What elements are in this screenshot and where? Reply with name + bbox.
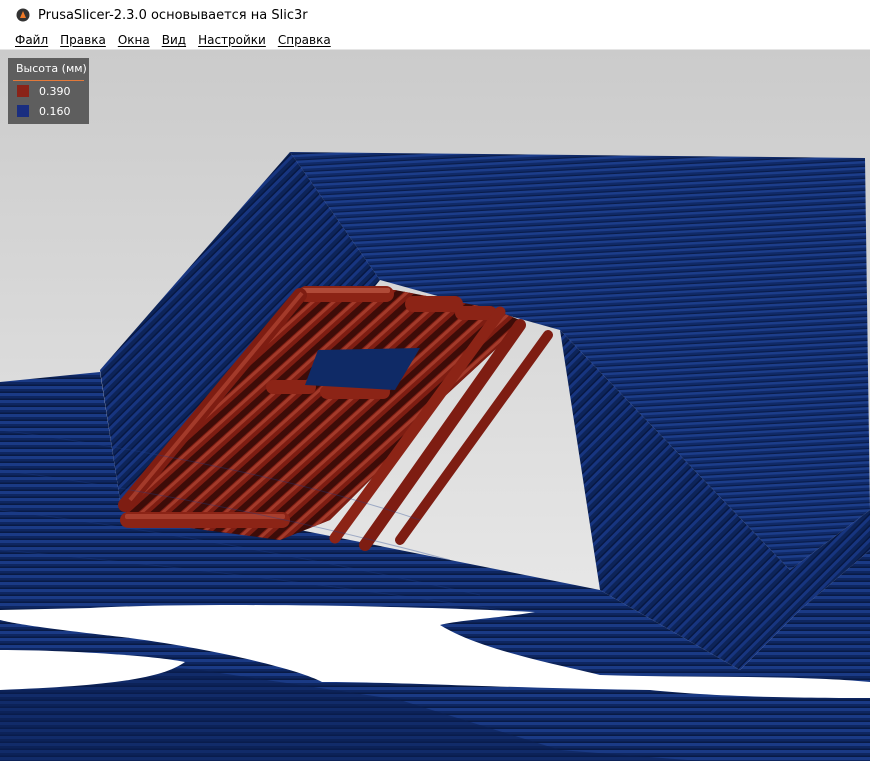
menu-edit[interactable]: Правка (54, 30, 112, 50)
menu-view[interactable]: Вид (156, 30, 192, 50)
legend-item: 0.390 (8, 81, 89, 101)
legend-item-label: 0.390 (39, 84, 71, 98)
legend-item-label: 0.160 (39, 104, 71, 118)
height-legend: Высота (мм) 0.390 0.160 (8, 58, 89, 124)
legend-item: 0.160 (8, 101, 89, 121)
menu-windows[interactable]: Окна (112, 30, 156, 50)
gcode-preview-scene[interactable] (0, 50, 870, 761)
legend-title: Высота (мм) (16, 62, 87, 75)
prusaslicer-logo-icon (16, 8, 30, 22)
menu-settings[interactable]: Настройки (192, 30, 272, 50)
3d-preview-canvas[interactable]: Высота (мм) 0.390 0.160 (0, 50, 870, 761)
window-title: PrusaSlicer-2.3.0 основывается на Slic3r (38, 7, 308, 23)
legend-swatch-red (17, 85, 29, 97)
menu-file[interactable]: Файл (9, 30, 54, 50)
legend-swatch-blue (17, 105, 29, 117)
title-bar: PrusaSlicer-2.3.0 основывается на Slic3r (0, 0, 870, 30)
menu-bar: Файл Правка Окна Вид Настройки Справка (0, 30, 870, 50)
menu-help[interactable]: Справка (272, 30, 337, 50)
